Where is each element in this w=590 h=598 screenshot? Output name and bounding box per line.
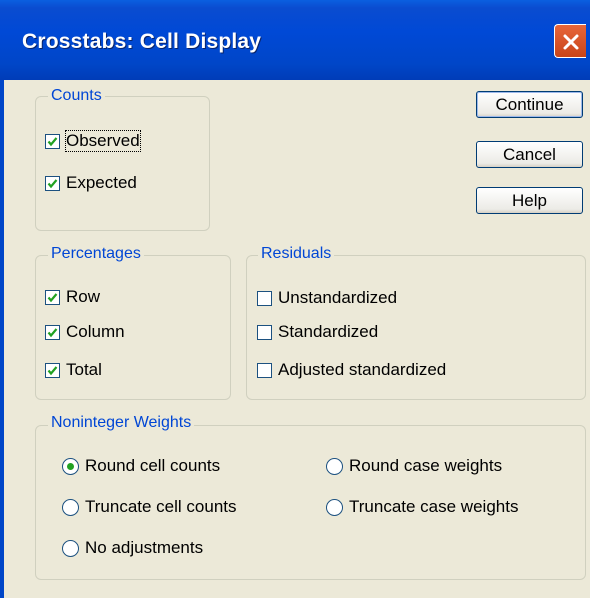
standardized-checkbox[interactable]: Standardized (257, 322, 378, 342)
dialog-title: Crosstabs: Cell Display (22, 30, 262, 53)
truncate-cell-counts-label: Truncate cell counts (85, 497, 237, 516)
observed-checkbox[interactable]: Observed (45, 130, 141, 152)
unstandardized-label: Unstandardized (278, 288, 398, 307)
radio-circle (62, 539, 79, 557)
round-cell-counts-label: Round cell counts (85, 456, 221, 475)
cancel-button[interactable]: Cancel (476, 141, 583, 168)
no-adjustments-radio[interactable]: No adjustments (62, 538, 203, 558)
standardized-label: Standardized (278, 322, 379, 341)
checkbox-box (45, 324, 60, 340)
checkbox-box (45, 289, 60, 305)
row-label: Row (66, 287, 101, 306)
round-cell-counts-radio[interactable]: Round cell counts (62, 456, 220, 476)
truncate-cell-counts-radio[interactable]: Truncate cell counts (62, 497, 237, 517)
adjusted-standardized-checkbox[interactable]: Adjusted standardized (257, 360, 446, 380)
radio-circle (62, 457, 79, 475)
no-adjustments-label: No adjustments (85, 538, 204, 557)
total-checkbox[interactable]: Total (45, 360, 102, 380)
counts-group (35, 96, 210, 231)
title-bar[interactable]: Crosstabs: Cell Display (0, 0, 590, 80)
checkbox-box (45, 133, 60, 149)
row-checkbox[interactable]: Row (45, 287, 100, 307)
checkbox-box (257, 324, 272, 340)
counts-legend: Counts (48, 87, 105, 105)
round-case-weights-label: Round case weights (349, 456, 503, 475)
truncate-case-weights-radio[interactable]: Truncate case weights (326, 497, 518, 517)
observed-label: Observed (65, 130, 141, 152)
expected-label: Expected (66, 173, 137, 192)
round-case-weights-radio[interactable]: Round case weights (326, 456, 502, 476)
close-button[interactable] (554, 24, 586, 58)
noninteger-weights-legend: Noninteger Weights (48, 414, 195, 432)
column-checkbox[interactable]: Column (45, 322, 125, 342)
close-icon (563, 34, 579, 50)
checkbox-box (257, 362, 272, 378)
help-button[interactable]: Help (476, 187, 583, 214)
window-left-edge (0, 80, 4, 598)
truncate-case-weights-label: Truncate case weights (349, 497, 519, 516)
percentages-legend: Percentages (48, 245, 144, 263)
checkbox-box (45, 175, 60, 191)
dialog-window: Crosstabs: Cell Display Counts Observed … (0, 0, 590, 598)
total-label: Total (66, 360, 102, 379)
radio-circle (62, 498, 79, 516)
adjusted-standardized-label: Adjusted standardized (278, 360, 447, 379)
radio-circle (326, 498, 343, 516)
checkbox-box (45, 362, 60, 378)
radio-selected-dot (67, 462, 74, 470)
continue-button[interactable]: Continue (476, 91, 583, 118)
unstandardized-checkbox[interactable]: Unstandardized (257, 288, 397, 308)
residuals-legend: Residuals (258, 245, 335, 263)
checkbox-box (257, 290, 272, 306)
expected-checkbox[interactable]: Expected (45, 173, 137, 193)
radio-circle (326, 457, 343, 475)
column-label: Column (66, 322, 125, 341)
